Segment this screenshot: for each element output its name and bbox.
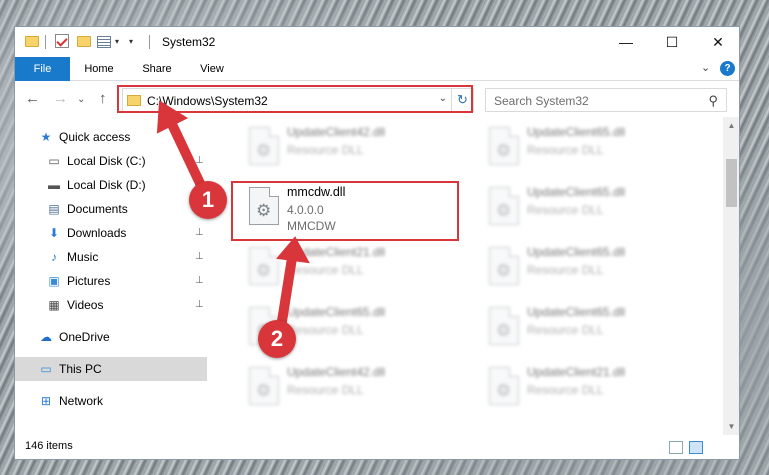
step-1-badge: 1 bbox=[189, 181, 227, 219]
step-2-badge: 2 bbox=[258, 320, 296, 358]
arrow-step2-head bbox=[276, 236, 310, 264]
annotation-arrows bbox=[156, 100, 310, 339]
